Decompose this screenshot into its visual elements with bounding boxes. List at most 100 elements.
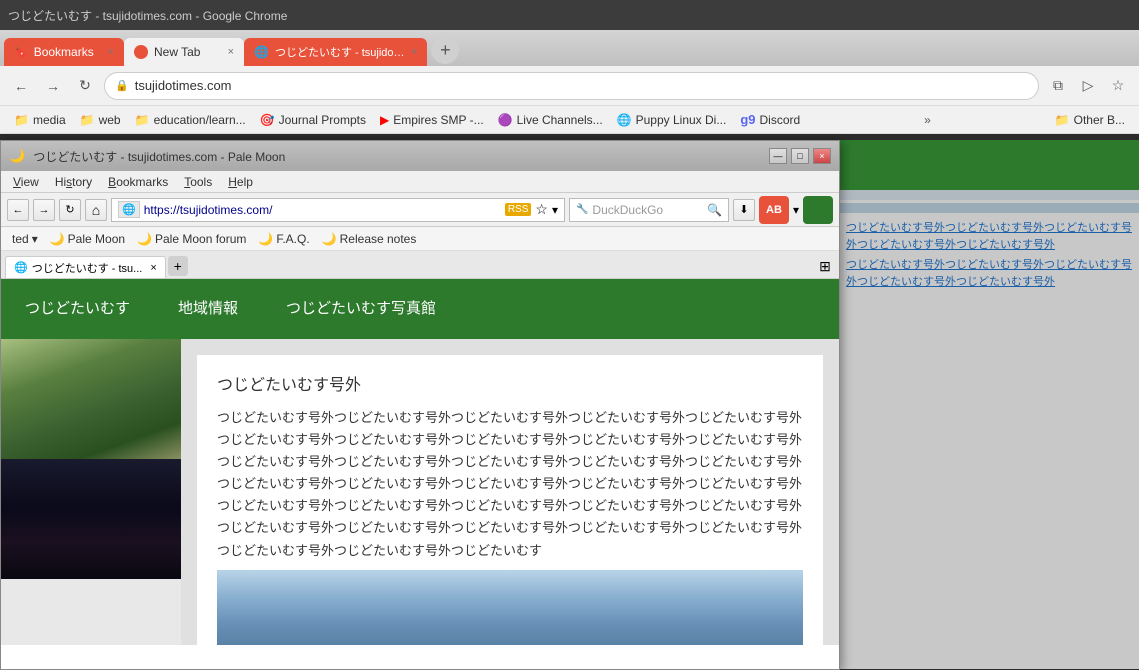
rss-icon: RSS — [505, 203, 532, 216]
pm-menu-view[interactable]: View — [5, 171, 47, 192]
pm-bm-release[interactable]: 🌙 Release notes — [317, 230, 422, 248]
address-dropdown-icon[interactable]: ▾ — [552, 203, 558, 217]
bookmark-web[interactable]: 📁 web — [74, 111, 127, 129]
right-text-line2: つじどたいむす号外つじどたいむす号外つじどたいむす号外つじどたいむす号外つじどた… — [846, 257, 1133, 290]
lock-icon: 🔒 — [115, 79, 129, 92]
pm-tab-close[interactable]: × — [150, 262, 156, 274]
new-tab-button[interactable]: + — [431, 36, 459, 64]
tab-newtab[interactable]: New Tab × — [124, 38, 244, 66]
article-body: つじどたいむす号外つじどたいむす号外つじどたいむす号外つじどたいむす号外つじどた… — [217, 407, 803, 562]
forward-button[interactable]: → — [40, 73, 66, 99]
maximize-icon: □ — [797, 151, 802, 161]
page-icon: 🌐 — [118, 201, 140, 218]
pm-tabs-bar: 🌐 つじどたいむす - tsu... × + ⊞ — [1, 251, 839, 279]
sidebar-photos — [1, 339, 181, 645]
reload-button[interactable]: ↻ — [72, 73, 98, 99]
pm-maximize-btn[interactable]: □ — [791, 148, 809, 164]
pm-bm-faq[interactable]: 🌙 F.A.Q. — [253, 230, 314, 248]
bookmark-other[interactable]: 📁 Other B... — [1049, 111, 1131, 129]
pm-bm-ted[interactable]: ted ▾ — [7, 230, 43, 248]
nav-link-photos[interactable]: つじどたいむす写真館 — [262, 279, 460, 336]
bookmark-education[interactable]: 📁 education/learn... — [129, 111, 252, 129]
forward-icon: → — [39, 204, 50, 216]
ted-arrow: ▾ — [32, 232, 38, 246]
pm-menu-history[interactable]: History — [47, 171, 100, 192]
bookmark-journal[interactable]: 🎯 Journal Prompts — [254, 111, 372, 129]
right-bar2 — [840, 203, 1139, 213]
tab-bookmarks-close[interactable]: × — [108, 46, 114, 58]
menu-view-label: View — [13, 175, 39, 189]
bookmarks-more[interactable]: » — [920, 111, 935, 129]
bookmark-discord-label: Discord — [760, 113, 801, 127]
page-body: つじどたいむす号外 つじどたいむす号外つじどたいむす号外つじどたいむす号外つじど… — [1, 339, 839, 645]
pm-tab-grid-btn[interactable]: ⊞ — [815, 256, 835, 276]
back-button[interactable]: ← — [8, 73, 34, 99]
folder-icon: 📁 — [135, 113, 150, 127]
other-folder-icon: 📁 — [1055, 113, 1070, 127]
download-icon: ⬇ — [739, 203, 748, 216]
pm-toolbar-dropdown[interactable]: ▾ — [793, 203, 799, 217]
bookmark-toggle-icon[interactable]: ☆ — [535, 201, 548, 218]
bookmark-empires-label: Empires SMP -... — [393, 113, 483, 127]
pm-minimize-btn[interactable]: — — [769, 148, 787, 164]
pm-new-tab-btn[interactable]: + — [168, 256, 188, 276]
pm-forward-btn[interactable]: → — [33, 199, 55, 221]
search-engine-icon: 🔧 — [576, 204, 588, 215]
cast-button[interactable]: ⧉ — [1045, 73, 1071, 99]
profile-icon: AB — [766, 204, 782, 216]
chrome-tabs-bar: 🔖 Bookmarks × New Tab × 🌐 つじどたいむす - tsuj… — [0, 30, 1139, 66]
palemoon-window: 🌙 つじどたいむす - tsujidotimes.com - Pale Moon… — [0, 140, 840, 670]
menu-history-label: History — [55, 175, 92, 189]
chrome-title: つじどたいむす - tsujidotimes.com - Google Chro… — [8, 7, 287, 24]
pm-bm-forum[interactable]: 🌙 Pale Moon forum — [132, 230, 251, 248]
pm-menu-bookmarks[interactable]: Bookmarks — [100, 171, 176, 192]
journal-icon: 🎯 — [260, 113, 275, 127]
article-box: つじどたいむす号外 つじどたいむす号外つじどたいむす号外つじどたいむす号外つじど… — [197, 355, 823, 645]
address-bar[interactable]: 🔒 tsujidotimes.com — [104, 72, 1039, 100]
tab-tsujido-close[interactable]: × — [411, 46, 417, 58]
pm-green-btn[interactable] — [803, 196, 833, 224]
bookmark-empires[interactable]: ▶ Empires SMP -... — [374, 111, 490, 129]
pm-download-btn[interactable]: ⬇ — [733, 199, 755, 221]
pm-search-bar[interactable]: 🔧 DuckDuckGo 🔍 — [569, 198, 729, 222]
pm-profile-btn[interactable]: AB — [759, 196, 789, 224]
photo2 — [1, 459, 181, 579]
bookmark-live[interactable]: 🟣 Live Channels... — [492, 111, 609, 129]
article-image — [217, 570, 803, 645]
nav-link-local[interactable]: 地域情報 — [154, 279, 262, 336]
extension-button[interactable]: ▷ — [1075, 73, 1101, 99]
pm-bm-palemoon[interactable]: 🌙 Pale Moon — [45, 230, 130, 248]
empires-icon: ▶ — [380, 113, 389, 127]
site-nav: つじどたいむす 地域情報 つじどたいむす写真館 — [1, 279, 839, 336]
pm-home-btn[interactable]: ⌂ — [85, 199, 107, 221]
bookmark-media[interactable]: 📁 media — [8, 111, 72, 129]
pm-back-btn[interactable]: ← — [7, 199, 29, 221]
pm-menu-help[interactable]: Help — [220, 171, 261, 192]
chrome-nav-bar: ← → ↻ 🔒 tsujidotimes.com ⧉ ▷ ☆ — [0, 66, 1139, 106]
right-green-bar — [840, 140, 1139, 190]
back-icon: ← — [13, 204, 24, 216]
site-header: つじどたいむす 地域情報 つじどたいむす写真館 — [1, 279, 839, 339]
pm-tab-tsujido[interactable]: 🌐 つじどたいむす - tsu... × — [5, 256, 166, 278]
tab-bookmarks[interactable]: 🔖 Bookmarks × — [4, 38, 124, 66]
bookmark-star-button[interactable]: ☆ — [1105, 73, 1131, 99]
pm-reload-btn[interactable]: ↻ — [59, 199, 81, 221]
pm-tab-icon: 🌐 — [14, 261, 28, 274]
palemoon-label: Pale Moon — [68, 232, 125, 246]
release-label: Release notes — [340, 232, 417, 246]
discord-icon: g9 — [740, 112, 755, 127]
nav-link-home[interactable]: つじどたいむす — [1, 279, 154, 336]
menu-bookmarks-label: Bookmarks — [108, 175, 168, 189]
live-icon: 🟣 — [498, 113, 513, 127]
tab-tsujido[interactable]: 🌐 つじどたいむす - tsujidoti... × — [244, 38, 427, 66]
bookmark-puppy[interactable]: 🌐 Puppy Linux Di... — [611, 111, 733, 129]
bookmark-journal-label: Journal Prompts — [279, 113, 366, 127]
bookmark-discord[interactable]: g9 Discord — [734, 110, 806, 129]
pm-address-bar[interactable]: 🌐 https://tsujidotimes.com/ RSS ☆ ▾ — [111, 198, 565, 222]
pm-close-btn[interactable]: × — [813, 148, 831, 164]
pm-address-text: https://tsujidotimes.com/ — [144, 203, 501, 217]
pm-menu-tools[interactable]: Tools — [176, 171, 220, 192]
tab-newtab-close[interactable]: × — [228, 46, 234, 58]
bookmark-media-label: media — [33, 113, 66, 127]
pm-title: つじどたいむす - tsujidotimes.com - Pale Moon — [33, 148, 761, 165]
